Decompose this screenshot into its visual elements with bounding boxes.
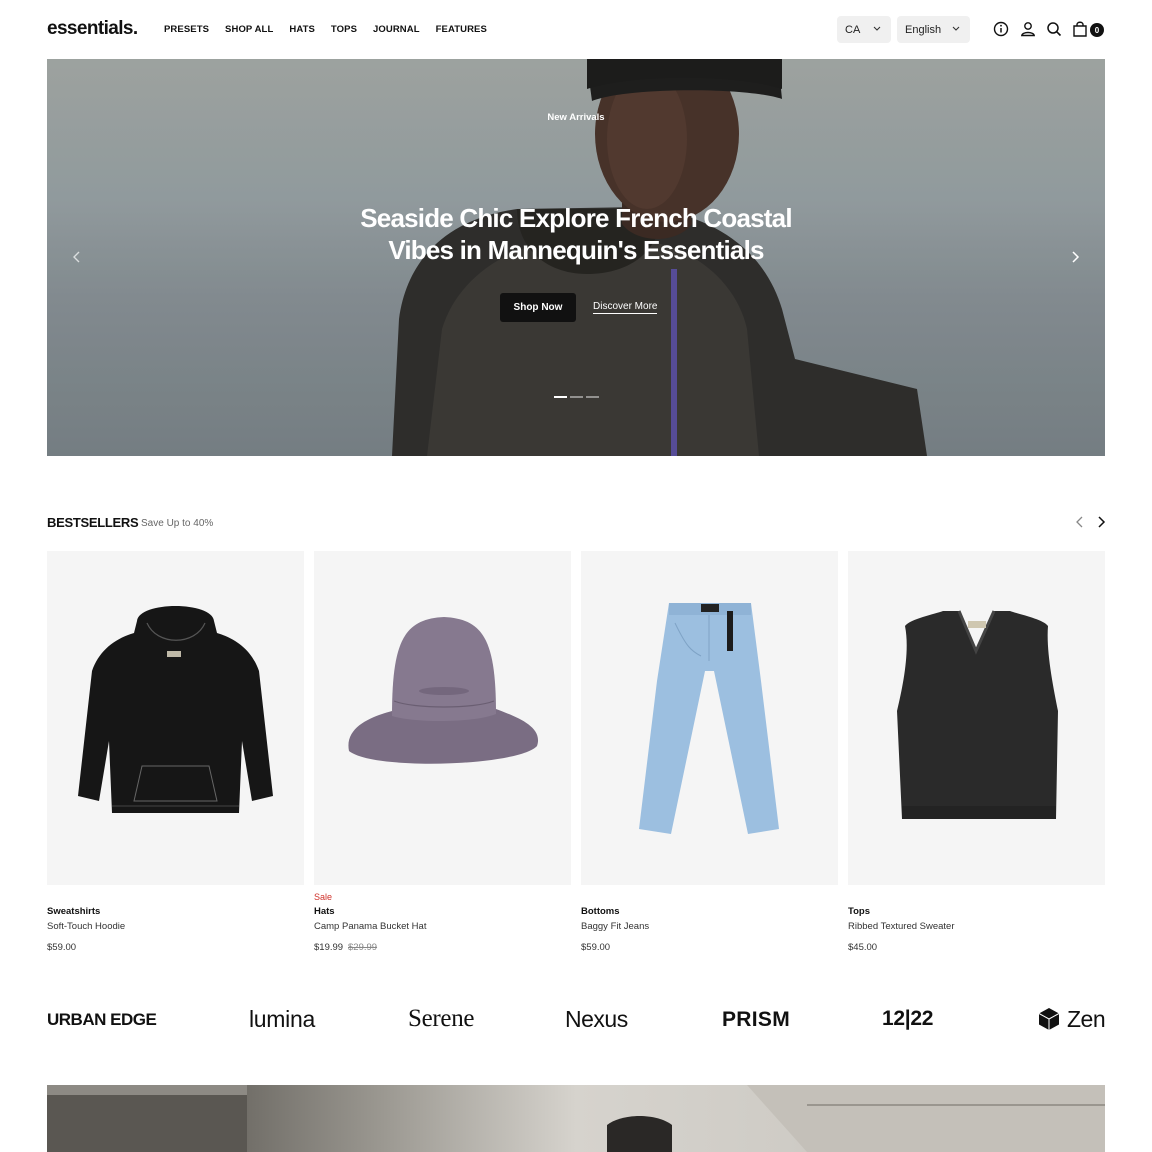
product-original-price: $29.99 xyxy=(348,942,378,953)
bucket-hat-illustration xyxy=(348,617,539,764)
info-icon[interactable] xyxy=(992,20,1010,38)
product-card[interactable]: Tops Ribbed Textured Sweater $45.00 xyxy=(848,551,1105,953)
language-value: English xyxy=(905,23,942,36)
product-category: Hats xyxy=(314,906,335,917)
product-image-jeans[interactable] xyxy=(581,551,838,885)
discover-more-link[interactable]: Discover More xyxy=(593,301,658,314)
brand-logo-nexus[interactable]: Nexus xyxy=(565,1006,628,1033)
sweater-vest-illustration xyxy=(897,610,1058,819)
product-card[interactable]: Sale Hats Camp Panama Bucket Hat $19.99 … xyxy=(314,551,571,953)
site-logo[interactable]: essentials. xyxy=(47,18,138,40)
main-nav: PRESETS SHOP ALL HATS TOPS JOURNAL FEATU… xyxy=(164,24,487,35)
jeans-illustration xyxy=(639,603,779,834)
bestsellers-prev-icon[interactable] xyxy=(1072,514,1088,530)
brand-logo-prism[interactable]: PRISM xyxy=(722,1008,790,1032)
product-price: $59.00 xyxy=(47,942,77,953)
bestsellers-next-icon[interactable] xyxy=(1093,514,1109,530)
product-name[interactable]: Soft-Touch Hoodie xyxy=(47,921,125,932)
product-card[interactable]: Bottoms Baggy Fit Jeans $59.00 xyxy=(581,551,838,953)
nav-presets[interactable]: PRESETS xyxy=(164,24,209,35)
cart-icon[interactable] xyxy=(1071,20,1089,38)
hero-prev-arrow-icon[interactable] xyxy=(69,249,85,265)
product-price: $45.00 xyxy=(848,942,878,953)
product-name[interactable]: Camp Panama Bucket Hat xyxy=(314,921,426,932)
nav-journal[interactable]: JOURNAL xyxy=(373,24,420,35)
product-name[interactable]: Ribbed Textured Sweater xyxy=(848,921,955,932)
product-category: Bottoms xyxy=(581,906,620,917)
product-image-bucket-hat[interactable] xyxy=(314,551,571,885)
carousel-dot-1[interactable] xyxy=(554,396,567,398)
hero-title: Seaside Chic Explore French Coastal Vibe… xyxy=(360,203,792,265)
product-price: $59.00 xyxy=(581,942,611,953)
cart-count-badge: 0 xyxy=(1090,23,1104,37)
chevron-down-icon xyxy=(952,26,960,31)
hero-eyebrow: New Arrivals xyxy=(547,112,605,123)
bestsellers-title: BESTSELLERS xyxy=(47,515,139,530)
product-name[interactable]: Baggy Fit Jeans xyxy=(581,921,649,932)
country-select[interactable]: CA xyxy=(837,16,891,43)
hero-next-arrow-icon[interactable] xyxy=(1067,249,1083,265)
sale-badge: Sale xyxy=(314,892,333,902)
brand-logo-12-22[interactable]: 12|22 xyxy=(882,1007,933,1031)
account-icon[interactable] xyxy=(1019,20,1037,38)
nav-tops[interactable]: TOPS xyxy=(331,24,357,35)
search-icon[interactable] xyxy=(1045,20,1063,38)
brand-logo-urban-edge[interactable]: URBAN EDGE xyxy=(47,1010,157,1030)
product-price: $19.99 xyxy=(314,942,344,953)
product-category: Sweatshirts xyxy=(47,906,101,917)
product-category: Tops xyxy=(848,906,870,917)
hoodie-illustration xyxy=(78,606,273,813)
product-image-sweater-vest[interactable] xyxy=(848,551,1105,885)
product-card[interactable]: Sweatshirts Soft-Touch Hoodie $59.00 xyxy=(47,551,304,953)
country-value: CA xyxy=(845,23,861,36)
editorial-banner-image xyxy=(47,1085,1105,1152)
bestsellers-subtitle: Save Up to 40% xyxy=(141,518,214,529)
nav-hats[interactable]: HATS xyxy=(289,24,315,35)
carousel-dot-3[interactable] xyxy=(586,396,599,398)
shop-now-button[interactable]: Shop Now xyxy=(500,293,576,322)
zen-cube-icon xyxy=(1038,1008,1060,1030)
nav-features[interactable]: FEATURES xyxy=(436,24,487,35)
hero-carousel: New Arrivals Seaside Chic Explore French… xyxy=(47,59,1105,456)
banner-photo xyxy=(47,1085,1105,1152)
brand-logo-serene[interactable]: Serene xyxy=(408,1005,475,1033)
brand-logo-zen[interactable]: Zen xyxy=(1067,1006,1106,1033)
nav-shop-all[interactable]: SHOP ALL xyxy=(225,24,273,35)
brand-logo-lumina[interactable]: lumina xyxy=(249,1006,315,1033)
chevron-down-icon xyxy=(873,26,881,31)
site-header: essentials. PRESETS SHOP ALL HATS TOPS J… xyxy=(0,0,1152,59)
carousel-dot-2[interactable] xyxy=(570,396,583,398)
carousel-pagination xyxy=(554,396,599,398)
product-image-hoodie[interactable] xyxy=(47,551,304,885)
language-select[interactable]: English xyxy=(897,16,970,43)
